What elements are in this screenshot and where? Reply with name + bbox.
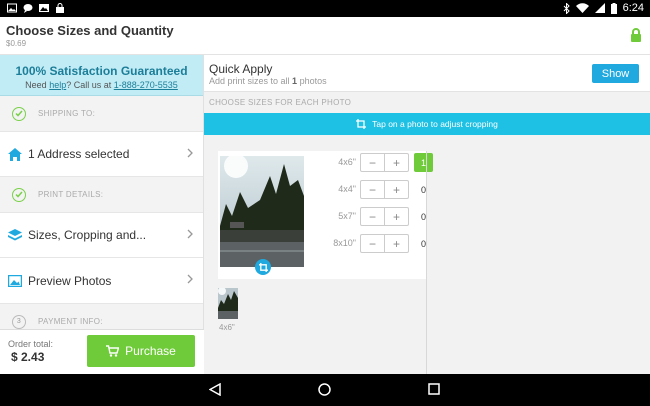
quantity-stepper: − +	[360, 234, 409, 253]
phone-link[interactable]: 1-888-270-5535	[114, 80, 178, 90]
check-circle-icon	[12, 106, 26, 121]
strip-size-label: 4x6"	[219, 323, 235, 332]
quantity-stepper: − +	[360, 207, 409, 226]
order-total-value: $ 2.43	[11, 350, 45, 364]
image-icon	[7, 3, 17, 13]
show-button[interactable]: Show	[592, 64, 639, 83]
help-link[interactable]: help	[49, 80, 66, 90]
shipping-section-header: SHIPPING TO:	[0, 96, 203, 131]
signal-icon	[594, 3, 605, 13]
guarantee-title: 100% Satisfaction Guaranteed	[15, 64, 188, 78]
order-total-bar: Order total: $ 2.43 Purchase	[0, 329, 204, 374]
chevron-right-icon	[187, 274, 193, 284]
main-panel: Quick Apply Add print sizes to all 1 pho…	[204, 55, 650, 374]
recents-icon[interactable]	[428, 383, 440, 395]
satisfaction-guarantee-banner: 100% Satisfaction Guaranteed Need help? …	[0, 55, 203, 96]
lock-notification-icon	[56, 3, 64, 13]
guarantee-help-line: Need help? Call us at 1-888-270-5535	[0, 80, 203, 90]
step-number: 3	[12, 314, 26, 329]
battery-icon	[610, 2, 617, 14]
quantity-value: 0	[420, 184, 426, 195]
lock-icon	[631, 28, 641, 42]
column-divider	[426, 151, 427, 374]
crop-badge-button[interactable]	[255, 259, 271, 275]
size-label: 5x7"	[338, 211, 356, 221]
photo-icon	[39, 4, 49, 12]
chevron-right-icon	[187, 229, 193, 239]
shipping-label: SHIPPING TO:	[38, 109, 96, 118]
size-row-4x4: 4x4" − + 0	[304, 180, 426, 199]
help-text-pre: Need	[25, 80, 50, 90]
message-icon	[23, 4, 33, 13]
wifi-icon	[575, 3, 589, 13]
page-title: Choose Sizes and Quantity	[6, 23, 174, 38]
preview-item-label: Preview Photos	[28, 273, 112, 288]
payment-label: PAYMENT INFO:	[38, 317, 103, 326]
photo-thumbnail[interactable]	[220, 156, 304, 267]
size-row-8x10: 8x10" − + 0	[304, 234, 426, 253]
sizes-item-label: Sizes, Cropping and...	[28, 228, 147, 242]
quantity-value: 0	[420, 211, 426, 222]
photo-preview-icon	[8, 274, 22, 287]
quantity-value: 1	[414, 153, 433, 172]
crop-icon	[258, 262, 268, 272]
preview-photos-item[interactable]: Preview Photos	[0, 258, 203, 304]
sizes-cropping-item[interactable]: Sizes, Cropping and...	[0, 212, 203, 258]
address-item-label: 1 Address selected	[28, 147, 130, 161]
quantity-stepper: − +	[360, 153, 409, 172]
print-details-section-header: PRINT DETAILS:	[0, 177, 203, 212]
photo-strip-thumbnail[interactable]	[218, 288, 238, 319]
app-bar: Choose Sizes and Quantity $0.69	[0, 17, 650, 55]
crop-icon	[356, 119, 367, 129]
purchase-button[interactable]: Purchase	[87, 335, 195, 367]
size-label: 4x4"	[338, 184, 356, 194]
crop-banner-text: Tap on a photo to adjust cropping	[372, 119, 498, 129]
page-subtitle-price: $0.69	[6, 39, 27, 48]
layers-icon	[8, 228, 22, 240]
increment-button[interactable]: +	[385, 235, 408, 252]
chevron-right-icon	[187, 148, 193, 158]
order-total-label: Order total:	[8, 339, 54, 349]
size-label: 8x10"	[333, 238, 356, 248]
size-row-5x7: 5x7" − + 0	[304, 207, 426, 226]
purchase-label: Purchase	[125, 344, 176, 358]
home-icon	[8, 147, 22, 161]
increment-button[interactable]: +	[385, 208, 408, 225]
quick-apply-sub-pre: Add print sizes to all	[209, 76, 293, 86]
cart-icon	[106, 345, 120, 357]
photo-card: 4x6" − + 1 4x4" − + 0 5x7" − + 0 8x10" −…	[218, 151, 433, 279]
status-bar: 6:24	[0, 0, 650, 17]
quantity-stepper: − +	[360, 180, 409, 199]
choose-sizes-header: CHOOSE SIZES FOR EACH PHOTO	[209, 98, 352, 107]
bluetooth-icon	[563, 2, 570, 14]
quick-apply-sub-post: photos	[297, 76, 327, 86]
clock: 6:24	[622, 2, 644, 14]
increment-button[interactable]: +	[385, 154, 408, 171]
home-button-icon[interactable]	[318, 383, 331, 396]
address-item[interactable]: 1 Address selected	[0, 131, 203, 177]
decrement-button[interactable]: −	[361, 154, 385, 171]
crop-hint-banner: Tap on a photo to adjust cropping	[204, 113, 650, 135]
print-details-label: PRINT DETAILS:	[38, 190, 104, 199]
check-circle-icon	[12, 187, 26, 202]
help-text-mid: ? Call us at	[66, 80, 114, 90]
back-icon[interactable]	[209, 383, 221, 396]
quick-apply-title: Quick Apply	[209, 62, 273, 76]
increment-button[interactable]: +	[385, 181, 408, 198]
sidebar: 100% Satisfaction Guaranteed Need help? …	[0, 55, 204, 374]
decrement-button[interactable]: −	[361, 235, 385, 252]
system-nav-bar	[0, 374, 650, 406]
quick-apply-subtitle: Add print sizes to all 1 photos	[209, 76, 327, 86]
decrement-button[interactable]: −	[361, 208, 385, 225]
decrement-button[interactable]: −	[361, 181, 385, 198]
size-row-4x6: 4x6" − + 1	[304, 153, 433, 172]
quantity-value: 0	[420, 238, 426, 249]
size-label: 4x6"	[338, 157, 356, 167]
quick-apply-bar: Quick Apply Add print sizes to all 1 pho…	[204, 55, 650, 92]
